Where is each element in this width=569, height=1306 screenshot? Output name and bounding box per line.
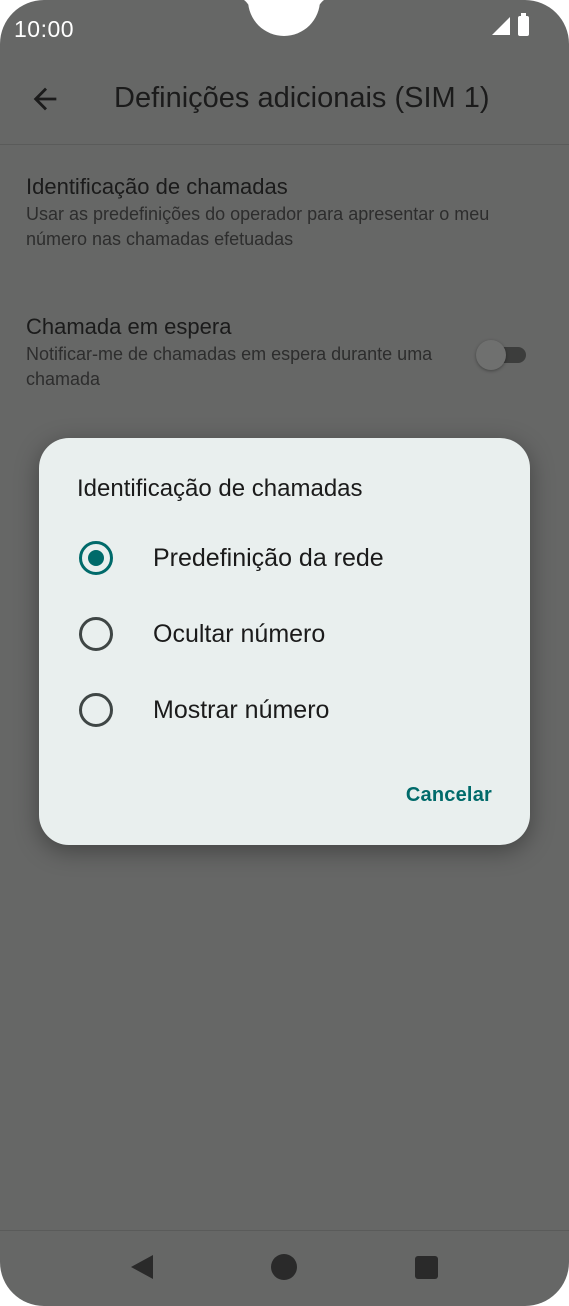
setting-caller-id[interactable]: Identificação de chamadas Usar as predef… [26,172,546,252]
setting-call-waiting[interactable]: Chamada em espera Notificar-me de chamad… [26,312,466,392]
option-label: Ocultar número [153,619,326,648]
option-network-default[interactable]: Predefinição da rede [77,530,497,586]
nav-recents-icon[interactable] [415,1256,438,1279]
call-waiting-toggle[interactable] [476,340,528,370]
dialog-title: Identificação de chamadas [77,475,363,502]
setting-title: Chamada em espera [26,314,232,339]
signal-icon [492,17,510,35]
radio-unchecked-icon[interactable] [79,617,113,651]
option-show-number[interactable]: Mostrar número [77,682,497,738]
page-title: Definições adicionais (SIM 1) [114,82,490,114]
toggle-thumb [476,340,506,370]
setting-summary: Usar as predefinições do operador para a… [26,204,490,249]
nav-bar-divider [0,1230,569,1231]
setting-summary: Notificar-me de chamadas em espera duran… [26,344,433,389]
cancel-button[interactable]: Cancelar [406,784,492,807]
caller-id-dialog: Identificação de chamadas Predefinição d… [39,438,530,845]
option-hide-number[interactable]: Ocultar número [77,606,497,662]
arrow-left-icon[interactable] [28,82,62,116]
option-label: Predefinição da rede [153,543,384,572]
nav-back-icon[interactable] [131,1255,153,1279]
app-bar-divider [0,144,569,145]
status-time: 10:00 [14,16,75,42]
radio-checked-icon[interactable] [79,541,113,575]
radio-unchecked-icon[interactable] [79,693,113,727]
option-label: Mostrar número [153,695,330,724]
status-icons [492,13,529,36]
nav-home-icon[interactable] [271,1254,297,1280]
camera-notch [248,0,320,36]
setting-title: Identificação de chamadas [26,174,288,199]
phone-screen: 10:00 Definições adicionais (SIM 1) Iden… [0,0,569,1306]
battery-icon [518,13,529,36]
